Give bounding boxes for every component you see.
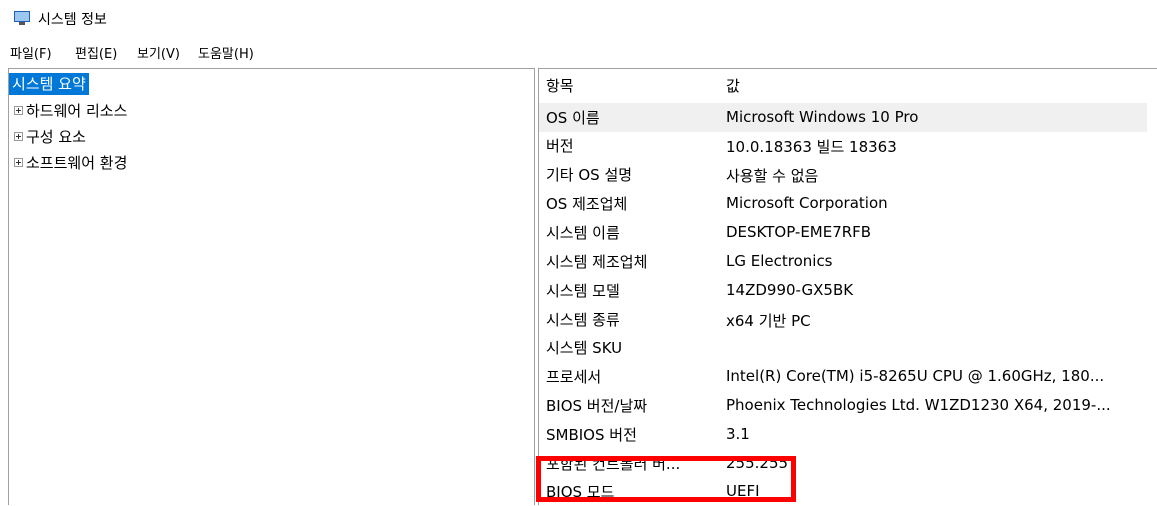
row-value: 10.0.18363 빌드 18363: [726, 138, 897, 156]
row-value: UEFI: [726, 482, 760, 500]
table-row[interactable]: OS 제조업체 Microsoft Corporation: [539, 189, 1147, 218]
row-value: x64 기반 PC: [726, 312, 811, 330]
table-row[interactable]: 프로세서 Intel(R) Core(TM) i5-8265U CPU @ 1.…: [539, 362, 1147, 391]
table-row[interactable]: 버전 10.0.18363 빌드 18363: [539, 131, 1147, 160]
row-value: 사용할 수 없음: [726, 167, 819, 185]
column-header-item[interactable]: 항목: [546, 75, 574, 96]
title-bar: 시스템 정보: [0, 0, 1157, 38]
row-value: 14ZD990-GX5BK: [726, 281, 854, 299]
tree-item-components[interactable]: 구성 요소: [9, 126, 86, 148]
menu-bar: 파일(F) 편집(E) 보기(V) 도움말(H): [0, 40, 1157, 64]
row-key: 시스템 SKU: [546, 339, 623, 357]
tree-item-label: 시스템 요약: [9, 73, 89, 95]
window-title: 시스템 정보: [38, 12, 107, 28]
row-key: 시스템 제조업체: [546, 253, 648, 271]
row-key: OS 제조업체: [546, 195, 628, 213]
table-row[interactable]: BIOS 모드 UEFI: [539, 477, 1147, 506]
expand-icon[interactable]: [14, 132, 23, 141]
row-value: 3.1: [726, 425, 750, 443]
column-header-value[interactable]: 값: [726, 75, 740, 96]
row-value: Phoenix Technologies Ltd. W1ZD1230 X64, …: [726, 396, 1111, 414]
row-key: 버전: [546, 137, 574, 155]
row-value: Intel(R) Core(TM) i5-8265U CPU @ 1.60GHz…: [726, 367, 1105, 385]
column-header-row: 항목 값: [539, 71, 1147, 100]
row-key: 시스템 모델: [546, 282, 620, 300]
tree-item-label: 구성 요소: [26, 128, 86, 146]
row-key: 기타 OS 설명: [546, 166, 633, 184]
tree-item-label: 소프트웨어 환경: [26, 154, 128, 172]
table-row[interactable]: 기타 OS 설명 사용할 수 없음: [539, 160, 1147, 189]
row-key: 프로세서: [546, 368, 602, 386]
tree-item-label: 하드웨어 리소스: [26, 102, 128, 120]
expand-icon[interactable]: [14, 106, 23, 115]
menu-edit[interactable]: 편집(E): [75, 43, 117, 62]
details-list[interactable]: 항목 값 OS 이름 Microsoft Windows 10 Pro 버전 1…: [538, 68, 1157, 505]
row-key: 시스템 종류: [546, 311, 620, 329]
row-key: SMBIOS 버전: [546, 426, 637, 444]
row-value: LG Electronics: [726, 252, 833, 270]
table-row[interactable]: 시스템 이름 DESKTOP-EME7RFB: [539, 218, 1147, 247]
row-key: 시스템 이름: [546, 224, 620, 242]
table-row[interactable]: 포함된 컨트롤러 버... 255.255: [539, 449, 1147, 478]
row-value: 255.255: [726, 454, 789, 472]
row-key: BIOS 버전/날짜: [546, 397, 648, 415]
row-value: Microsoft Windows 10 Pro: [726, 108, 919, 126]
table-row[interactable]: 시스템 제조업체 LG Electronics: [539, 247, 1147, 276]
row-key: BIOS 모드: [546, 483, 615, 501]
system-info-icon: [14, 11, 30, 25]
table-row[interactable]: 시스템 모델 14ZD990-GX5BK: [539, 276, 1147, 305]
table-row[interactable]: 시스템 SKU: [539, 333, 1147, 362]
row-key: 포함된 컨트롤러 버...: [546, 455, 681, 473]
tree-item-hardware-resources[interactable]: 하드웨어 리소스: [9, 100, 127, 122]
menu-view[interactable]: 보기(V): [137, 43, 180, 62]
table-row[interactable]: BIOS 버전/날짜 Phoenix Technologies Ltd. W1Z…: [539, 391, 1147, 420]
category-tree[interactable]: 시스템 요약 하드웨어 리소스 구성 요소 소프트웨어 환경: [8, 68, 535, 505]
tree-item-software-environment[interactable]: 소프트웨어 환경: [9, 152, 127, 174]
row-value: DESKTOP-EME7RFB: [726, 223, 872, 241]
table-row[interactable]: 시스템 종류 x64 기반 PC: [539, 305, 1147, 334]
menu-help[interactable]: 도움말(H): [198, 43, 254, 62]
table-row[interactable]: OS 이름 Microsoft Windows 10 Pro: [539, 103, 1147, 132]
expand-icon[interactable]: [14, 158, 23, 167]
table-row[interactable]: SMBIOS 버전 3.1: [539, 420, 1147, 449]
menu-file[interactable]: 파일(F): [10, 43, 52, 62]
row-value: Microsoft Corporation: [726, 194, 888, 212]
row-key: OS 이름: [546, 109, 600, 127]
tree-item-system-summary[interactable]: 시스템 요약: [9, 73, 89, 95]
